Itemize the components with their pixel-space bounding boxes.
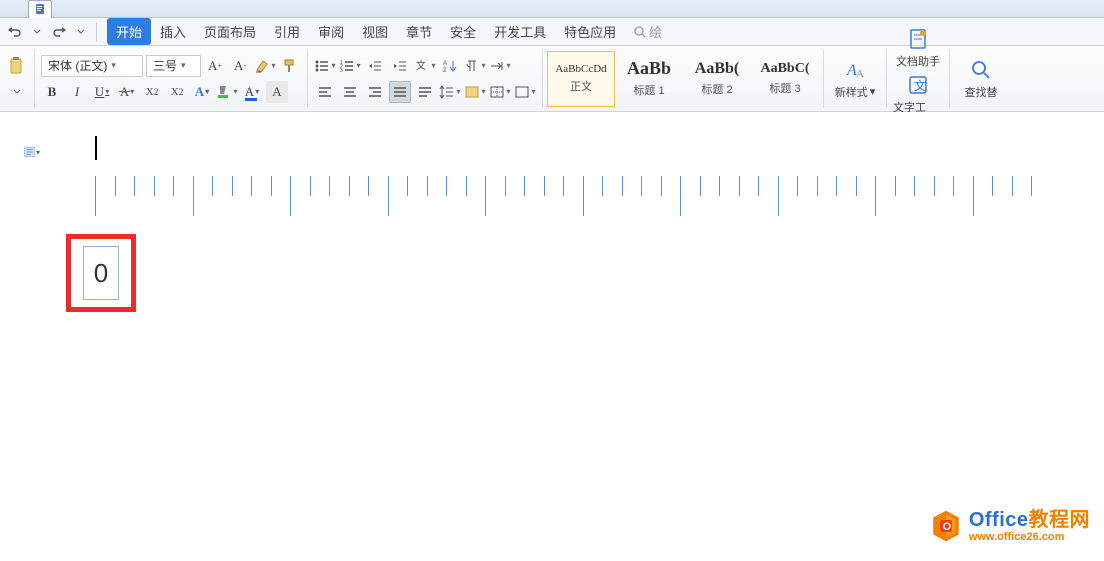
align-center-button[interactable] <box>339 81 361 103</box>
menu-special[interactable]: 特色应用 <box>555 18 625 45</box>
tab-button[interactable]: ▾ <box>489 55 511 77</box>
text-tool-icon: 文 <box>906 73 930 97</box>
doc-helper-icon <box>906 27 930 51</box>
redo-dropdown-icon[interactable] <box>72 23 90 41</box>
title-tab-bar <box>0 0 1104 18</box>
char-shading-button[interactable]: A <box>266 81 288 103</box>
font-color-button[interactable]: A▾ <box>241 81 263 103</box>
superscript-button[interactable]: X2 <box>141 81 163 103</box>
align-justify-button[interactable] <box>389 81 411 103</box>
watermark: O Office教程网 www.office26.com <box>929 509 1090 543</box>
menu-review[interactable]: 审阅 <box>309 18 353 45</box>
strikethrough-button[interactable]: A▾ <box>116 81 138 103</box>
search-icon <box>633 25 647 39</box>
font-name-combo[interactable]: 宋体 (正文)▾ <box>41 55 143 77</box>
style-heading2[interactable]: AaBb(标题 2 <box>683 51 751 107</box>
ruler-scale <box>95 176 1064 222</box>
svg-text:A: A <box>856 68 864 80</box>
increase-indent-button[interactable] <box>389 55 411 77</box>
format-painter-button[interactable] <box>279 55 301 77</box>
style-heading3[interactable]: AaBbC(标题 3 <box>751 51 819 107</box>
doc-helper-button[interactable]: 文档助手 <box>893 27 943 69</box>
text-effect-button[interactable]: A▾ <box>191 81 213 103</box>
undo-dropdown-icon[interactable] <box>28 23 46 41</box>
menu-view[interactable]: 视图 <box>353 18 397 45</box>
search-box[interactable]: 绘 <box>633 22 662 41</box>
bold-button[interactable]: B <box>41 81 63 103</box>
menu-security[interactable]: 安全 <box>441 18 485 45</box>
style-gallery[interactable]: AaBbCcDd正文 AaBb标题 1 AaBb(标题 2 AaBbC(标题 3 <box>547 51 819 107</box>
document-tab[interactable] <box>28 0 52 18</box>
style-heading1[interactable]: AaBb标题 1 <box>615 51 683 107</box>
clear-format-button[interactable]: ▾ <box>254 55 276 77</box>
style-body[interactable]: AaBbCcDd正文 <box>547 51 615 107</box>
menu-insert[interactable]: 插入 <box>151 18 195 45</box>
align-left-button[interactable] <box>314 81 336 103</box>
svg-text:3: 3 <box>340 68 343 73</box>
sort-button[interactable]: AZ <box>439 55 461 77</box>
highlight-button[interactable]: ▾ <box>216 81 238 103</box>
font-size-combo[interactable]: 三号▾ <box>146 55 201 77</box>
shading-button[interactable]: ▾ <box>464 81 486 103</box>
find-icon <box>969 58 993 82</box>
quick-access-toolbar <box>6 23 99 41</box>
subscript-button[interactable]: X2 <box>166 81 188 103</box>
value-box: 0 <box>83 246 119 300</box>
document-area[interactable]: ▾ 0 O Office教程网 www.office26.com <box>0 112 1104 561</box>
numbering-button[interactable]: 123▾ <box>339 55 361 77</box>
svg-text:Z: Z <box>443 68 447 73</box>
underline-button[interactable]: U▾ <box>91 81 113 103</box>
new-style-button[interactable]: AA 新样式▾ <box>830 58 880 100</box>
ribbon-toolbar: 宋体 (正文)▾ 三号▾ A+ A- ▾ B I U▾ A▾ X2 X2 A▾ … <box>0 46 1104 112</box>
clipboard-dropdown[interactable] <box>6 81 28 103</box>
redo-icon[interactable] <box>50 23 68 41</box>
menu-layout[interactable]: 页面布局 <box>195 18 265 45</box>
svg-text:O: O <box>942 521 951 533</box>
highlight-box: 0 <box>66 234 136 312</box>
text-direction-button[interactable]: 文▾ <box>414 55 436 77</box>
show-marks-button[interactable]: ▾ <box>464 55 486 77</box>
watermark-logo-icon: O <box>929 509 963 543</box>
para-settings-button[interactable]: ▾ <box>514 81 536 103</box>
shrink-font-button[interactable]: A- <box>229 55 251 77</box>
bullets-button[interactable]: ▾ <box>314 55 336 77</box>
undo-icon[interactable] <box>6 23 24 41</box>
line-spacing-button[interactable]: ▾ <box>439 81 461 103</box>
italic-button[interactable]: I <box>66 81 88 103</box>
distribute-button[interactable] <box>414 81 436 103</box>
new-style-icon: AA <box>843 58 867 82</box>
find-replace-button[interactable]: 查找替 <box>956 58 1006 100</box>
borders-button[interactable]: ▾ <box>489 81 511 103</box>
menu-chapter[interactable]: 章节 <box>397 18 441 45</box>
paste-button[interactable] <box>6 55 28 77</box>
grow-font-button[interactable]: A+ <box>204 55 226 77</box>
svg-text:文: 文 <box>914 78 926 93</box>
text-cursor <box>95 136 97 160</box>
align-right-button[interactable] <box>364 81 386 103</box>
search-text: 绘 <box>649 22 662 41</box>
menu-devtools[interactable]: 开发工具 <box>485 18 555 45</box>
svg-text:A: A <box>443 61 447 67</box>
decrease-indent-button[interactable] <box>364 55 386 77</box>
menu-reference[interactable]: 引用 <box>265 18 309 45</box>
outline-toggle-icon[interactable]: ▾ <box>24 144 40 160</box>
menu-start[interactable]: 开始 <box>107 18 151 45</box>
svg-text:文: 文 <box>416 59 426 72</box>
